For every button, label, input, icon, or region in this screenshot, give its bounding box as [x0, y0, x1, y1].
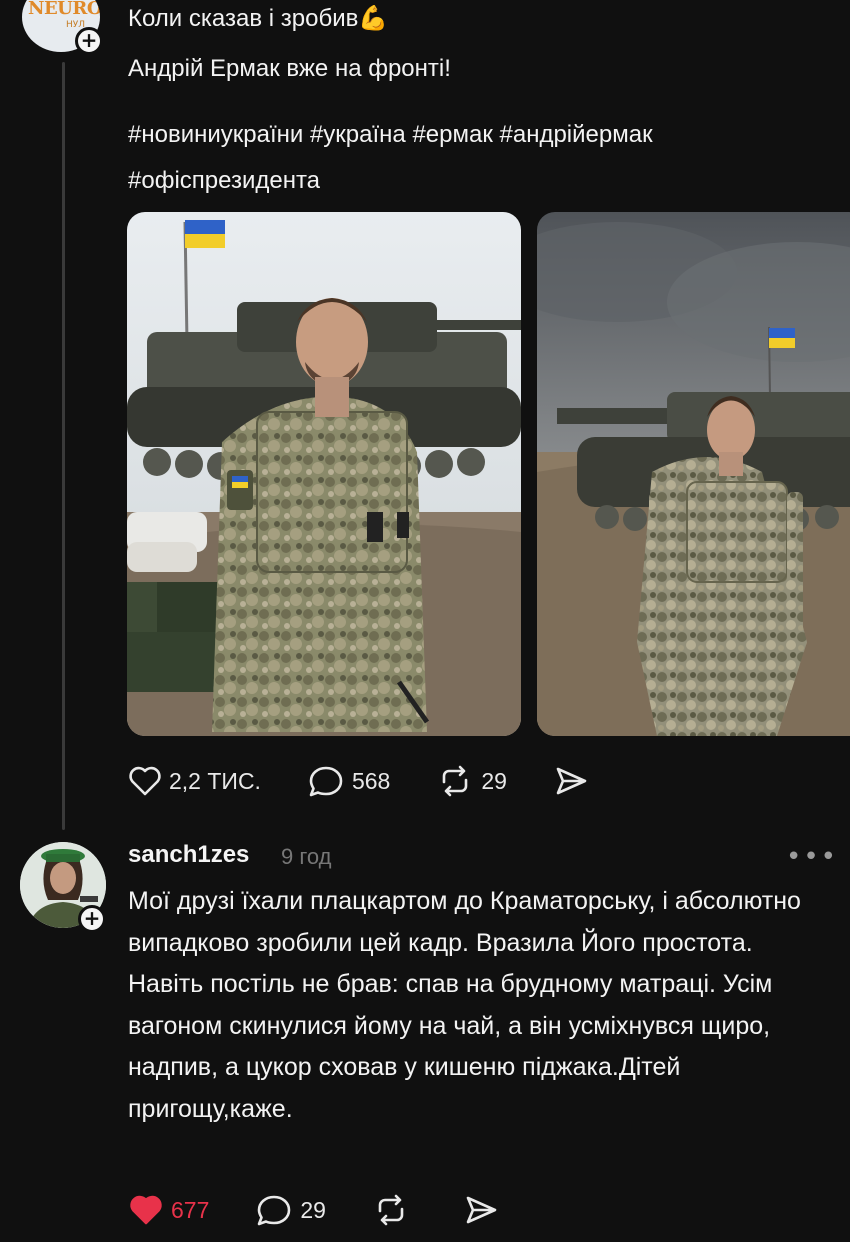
reply-text: Мої друзі їхали плацкартом до Краматорсь…: [128, 887, 801, 1123]
post-text-line-2: Андрій Ермак вже на фронті!: [128, 55, 451, 82]
reply-timestamp: 9 год: [281, 844, 332, 869]
send-icon: [466, 1196, 497, 1224]
reply-repost-button[interactable]: [372, 1193, 417, 1227]
comment-count: 568: [351, 767, 391, 794]
like-button[interactable]: 2,2 ТИС.: [128, 765, 261, 797]
post-text-line-1: Коли сказав і зробив💪: [128, 5, 389, 32]
like-count: 2,2 ТИС.: [169, 767, 261, 794]
reply-share-button[interactable]: [463, 1194, 506, 1226]
post-actions: 2,2 ТИС. 568 29: [128, 764, 642, 798]
share-button[interactable]: [553, 765, 596, 797]
reply-like-button[interactable]: 677: [128, 1194, 209, 1226]
post-photo-2[interactable]: [537, 212, 850, 736]
speech-bubble-icon: [309, 766, 343, 797]
avatar-logo-text: NEURO: [28, 0, 100, 19]
follow-plus-icon[interactable]: +: [75, 27, 103, 55]
send-icon: [556, 767, 587, 795]
comment-button[interactable]: 568: [307, 764, 390, 798]
thread-line: [62, 62, 65, 830]
heart-icon: [129, 766, 161, 796]
post-photo-1[interactable]: [127, 212, 521, 736]
speech-bubble-icon: [258, 1195, 291, 1226]
reply-username[interactable]: sanch1zes: [128, 841, 249, 869]
more-icon[interactable]: •••: [786, 842, 838, 872]
reply-comment-count: 29: [300, 1196, 326, 1223]
repost-button[interactable]: 29: [436, 764, 507, 798]
follow-plus-icon[interactable]: +: [78, 905, 106, 933]
heart-icon: [130, 1195, 162, 1225]
reply-like-count: 677: [171, 1196, 210, 1223]
reply-comment-button[interactable]: 29: [255, 1193, 326, 1227]
repost-count: 29: [481, 767, 507, 794]
repost-icon: [378, 1194, 404, 1226]
reply-actions: 677 29: [128, 1193, 552, 1227]
post-hashtags[interactable]: #новиниукраїни #україна #ермак #андрійер…: [128, 112, 828, 204]
repost-icon: [443, 765, 468, 797]
